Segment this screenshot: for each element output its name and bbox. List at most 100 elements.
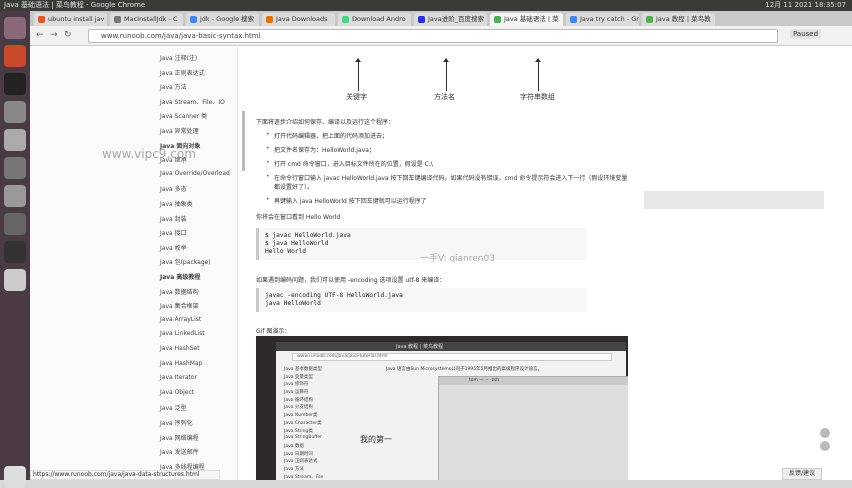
sidebar-item[interactable]: Java 异常处理 xyxy=(160,126,199,135)
gif-terminal: tom — -- -zsh xyxy=(438,376,628,480)
writer-icon[interactable] xyxy=(4,45,26,67)
tab[interactable]: Download Andro xyxy=(338,13,411,26)
tab[interactable]: Java Downloads xyxy=(262,13,335,26)
step-item: 再键输入 java HelloWorld 按下回车键就可以运行程序了 xyxy=(266,196,427,205)
chrome-icon[interactable] xyxy=(4,101,26,123)
sidebar-item[interactable]: Java HashSet xyxy=(160,345,200,352)
ad-box xyxy=(644,191,824,209)
intro-text: 下面将逐步介绍如何保存、编译以及运行这个程序： xyxy=(256,119,395,126)
tab[interactable]: Java进阶_百度搜索 xyxy=(414,13,487,26)
tab-label: Java 基础语法 | 菜 xyxy=(504,15,559,23)
encoding-note: 如果遇到编码问题，我们可以使用 -encoding 选项设置 utf-8 来编译… xyxy=(256,277,446,284)
tab-label: Java Downloads xyxy=(276,15,328,23)
sidebar-item[interactable]: Java 包(package) xyxy=(160,257,211,266)
sidebar-item[interactable]: Java ArrayList xyxy=(160,316,201,323)
sidebar-item[interactable]: Java Scanner 类 xyxy=(160,111,207,120)
gif-sidebar-item: Java 分支结构 xyxy=(284,405,313,411)
tab[interactable]: MacInstallJdk - C xyxy=(110,13,183,26)
step-item: 打开 cmd 命令窗口，进入目标文件所在的位置，假设是 C:\ xyxy=(266,159,433,168)
gif-sidebar-item: Java 循环结构 xyxy=(284,397,313,403)
trash-icon[interactable] xyxy=(4,466,26,488)
favicon-icon xyxy=(494,16,501,23)
gif-sidebar-item: Java 方法 xyxy=(284,466,304,472)
tab[interactable]: Java try catch - Gn xyxy=(566,13,639,26)
sidebar-item[interactable]: Java 枚举 xyxy=(160,243,187,252)
sidebar-item[interactable]: Java 序列化 xyxy=(160,418,193,427)
code-line: javac -encoding UTF-8 HelloWorld.java xyxy=(265,292,403,299)
gif-address-bar: www.runoob.com/java/java-tutorial.html xyxy=(292,353,612,361)
qr-icon[interactable] xyxy=(820,428,830,438)
sidebar-item[interactable]: Java 多态 xyxy=(160,184,187,193)
step-item: 在命令行窗口输入 javac HelloWorld.java 按下回车键编译代码… xyxy=(266,173,627,182)
code-line: $ java HelloWorld xyxy=(265,240,329,247)
address-bar[interactable]: www.runoob.com/java/java-basic-syntax.ht… xyxy=(88,29,778,43)
sidebar-item[interactable]: Java 方法 xyxy=(160,82,187,91)
home-icon[interactable] xyxy=(4,17,26,39)
forward-icon[interactable]: → xyxy=(50,30,58,40)
sidebar-item[interactable]: Java 注释(注) xyxy=(160,53,197,62)
string-array-label: 字符串数组 xyxy=(520,93,555,101)
sidebar-item[interactable]: Java 封装 xyxy=(160,214,187,223)
gif-sidebar-item: Java 变量类型 xyxy=(284,374,313,380)
feedback-button[interactable]: 反馈/建议 xyxy=(782,468,822,480)
app-icon[interactable] xyxy=(4,213,26,235)
tab[interactable]: ubuntu install jav xyxy=(34,13,107,26)
step-item: 打开代码编辑器，把上面的代码添加进去； xyxy=(266,131,388,140)
arrow xyxy=(443,58,449,91)
gif-sidebar-item: Java 数组 xyxy=(284,443,304,449)
gif-terminal-title: tom — -- -zsh xyxy=(439,377,628,385)
back-icon[interactable]: ← xyxy=(36,30,44,40)
sidebar-item[interactable]: Java 抽象类 xyxy=(160,199,193,208)
sidebar-item[interactable]: Java 正则表达式 xyxy=(160,68,205,77)
sidebar-item[interactable]: Java LinkedList xyxy=(160,330,205,337)
sidebar-item[interactable]: Java Object xyxy=(160,389,194,396)
gif-sidebar-item: Java Number类 xyxy=(284,413,318,419)
favicon-icon xyxy=(570,16,577,23)
sidebar-item[interactable]: Java 发送邮件 xyxy=(160,447,199,456)
sidebar-item[interactable]: Java 集合框架 xyxy=(160,301,199,310)
window-titlebar: Java 基础语法 | 菜鸟教程 - Google Chrome 12月 11 … xyxy=(0,0,852,11)
app-icon[interactable] xyxy=(4,185,26,207)
step-item: 把文件名保存为：HelloWorld.java； xyxy=(266,145,375,154)
gif-sidebar-item: Java 运算符 xyxy=(284,390,309,396)
sidebar-item[interactable]: Java 接口 xyxy=(160,228,187,237)
sidebar: Java 注释(注) Java 正则表达式 Java 方法 Java Stream、F… xyxy=(30,47,238,480)
favicon-icon xyxy=(418,16,425,23)
app-icon[interactable] xyxy=(4,241,26,263)
tab-label: ubuntu install jav xyxy=(48,15,105,23)
sidebar-item[interactable]: Java 网络编程 xyxy=(160,433,199,442)
tab-label: jdk - Google 搜索 xyxy=(200,15,255,23)
sidebar-item[interactable]: Java Override/Overload xyxy=(160,170,230,177)
sidebar-item[interactable]: Java HashMap xyxy=(160,360,202,367)
keyword-label: 关键字 xyxy=(346,93,367,101)
favicon-icon xyxy=(342,16,349,23)
method-name-label: 方法名 xyxy=(434,93,455,101)
files-icon[interactable] xyxy=(4,129,26,151)
gif-window-title: Java 教程 | 菜鸟教程 xyxy=(396,344,444,350)
tab-label: Download Andro xyxy=(352,15,406,23)
terminal-icon[interactable] xyxy=(4,73,26,95)
sidebar-item[interactable]: Java 泛型 xyxy=(160,403,187,412)
tab[interactable]: Java 基础语法 | 菜 xyxy=(490,13,563,26)
gif-sidebar-item: Java 基本数据类型 xyxy=(284,367,322,372)
gif-titlebar: Java 教程 | 菜鸟教程 xyxy=(276,342,626,351)
star-icon[interactable] xyxy=(820,441,830,451)
gif-sidebar-item: Java Stream、File xyxy=(284,474,324,480)
sidebar-item[interactable]: Java Iterator xyxy=(160,374,197,381)
sidebar-item[interactable]: Java Stream、File、IO xyxy=(160,97,225,106)
gif-sidebar-item: Java 修饰符 xyxy=(284,382,309,388)
profile-paused-button[interactable]: Paused xyxy=(790,29,822,39)
disk-icon[interactable] xyxy=(4,269,26,291)
gif-sidebar-item: Java 日期时间 xyxy=(284,451,313,457)
sidebar-scrollbar[interactable] xyxy=(242,111,245,171)
tab[interactable]: Java 教程 | 菜鸟教 xyxy=(642,13,715,26)
sidebar-item[interactable]: Java 高级教程 xyxy=(160,272,200,281)
settings-icon[interactable] xyxy=(4,157,26,179)
gif-sidebar: Java 基本数据类型 Java 变量类型 Java 修饰符 Java 运算符 Java… xyxy=(284,366,354,480)
favicon-icon xyxy=(266,16,273,23)
sidebar-item[interactable]: Java 数据结构 xyxy=(160,287,199,296)
tab[interactable]: jdk - Google 搜索 xyxy=(186,13,259,26)
tab-strip: ubuntu install jav MacInstallJdk - C jdk -… xyxy=(30,11,852,26)
window-title: Java 基础语法 | 菜鸟教程 - Google Chrome xyxy=(4,1,146,9)
reload-icon[interactable]: ↻ xyxy=(64,30,72,40)
